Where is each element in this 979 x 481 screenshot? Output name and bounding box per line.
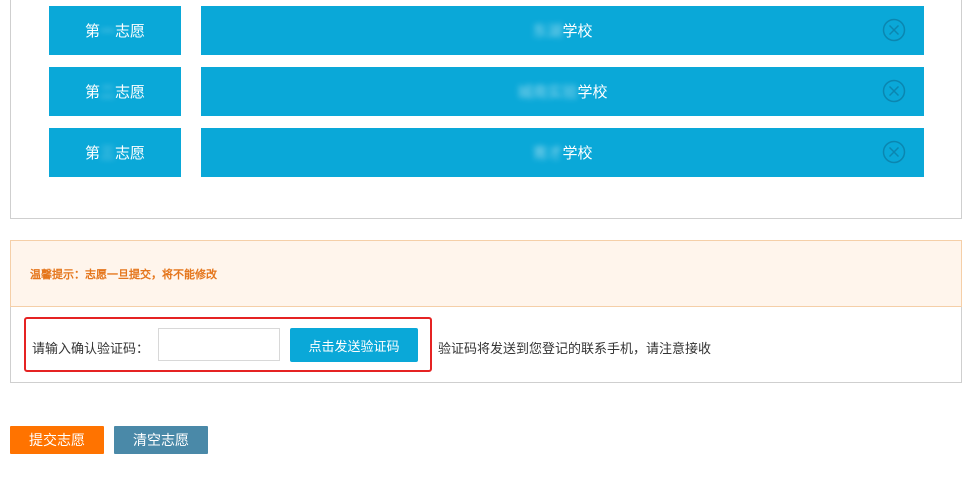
verification-note: 验证码将发送到您登记的联系手机，请注意接收: [438, 342, 712, 357]
choice-label-prefix: 第: [84, 144, 100, 162]
choice-label-number: 一: [99, 22, 115, 40]
school-suffix: 学校: [577, 83, 608, 101]
warning-tip: 温馨提示：志愿一旦提交，将不能修改: [10, 240, 962, 307]
school-name: 育才: [532, 144, 563, 162]
clear-choices-button[interactable]: 清空志愿: [114, 426, 208, 454]
remove-circle-x-icon[interactable]: [882, 140, 906, 164]
choice-label-suffix: 志愿: [115, 83, 146, 101]
school-name: 城南实验: [517, 83, 578, 101]
school-name: 东湖: [532, 22, 563, 40]
verification-code-input[interactable]: [158, 328, 280, 361]
choice-school-1[interactable]: 东湖 学校: [201, 6, 924, 55]
remove-circle-x-icon[interactable]: [882, 18, 906, 42]
volunteer-form-page: 第一志愿 东湖 学校 第二志愿 城南实验 学校 第 三 志愿 育才 学校 温馨提…: [0, 0, 979, 481]
choice-label-2: 第二志愿: [49, 67, 181, 116]
choice-label-suffix: 志愿: [115, 22, 146, 40]
choice-label-prefix: 第: [84, 83, 100, 101]
choice-school-3[interactable]: 育才 学校: [201, 128, 924, 177]
choice-label-number: 三: [99, 144, 115, 162]
choice-label-1: 第一志愿: [49, 6, 181, 55]
remove-circle-x-icon[interactable]: [882, 79, 906, 103]
choice-label-suffix: 志愿: [115, 144, 146, 162]
choices-panel: 第一志愿 东湖 学校 第二志愿 城南实验 学校 第 三 志愿 育才 学校: [10, 0, 962, 219]
choice-label-number: 二: [99, 83, 115, 101]
send-code-button[interactable]: 点击发送验证码: [290, 328, 418, 362]
choice-row-2: 第二志愿 城南实验 学校: [49, 67, 925, 116]
choice-row-3: 第三志愿 育才 学校: [49, 128, 925, 177]
submit-choices-button[interactable]: 提交志愿: [10, 426, 104, 454]
verification-code-label: 请输入确认验证码：: [32, 342, 150, 357]
choice-row-1: 第一志愿 东湖 学校: [49, 6, 925, 55]
choice-label-prefix: 第: [84, 22, 100, 40]
choice-label-3: 第三志愿: [49, 128, 181, 177]
verification-panel: 请输入确认验证码： 点击发送验证码 验证码将发送到您登记的联系手机，请注意接收: [10, 307, 962, 383]
school-suffix: 学校: [562, 144, 593, 162]
school-suffix: 学校: [562, 22, 593, 40]
choice-school-2[interactable]: 城南实验 学校: [201, 67, 924, 116]
warning-tip-text: 温馨提示：志愿一旦提交，将不能修改: [30, 267, 217, 281]
